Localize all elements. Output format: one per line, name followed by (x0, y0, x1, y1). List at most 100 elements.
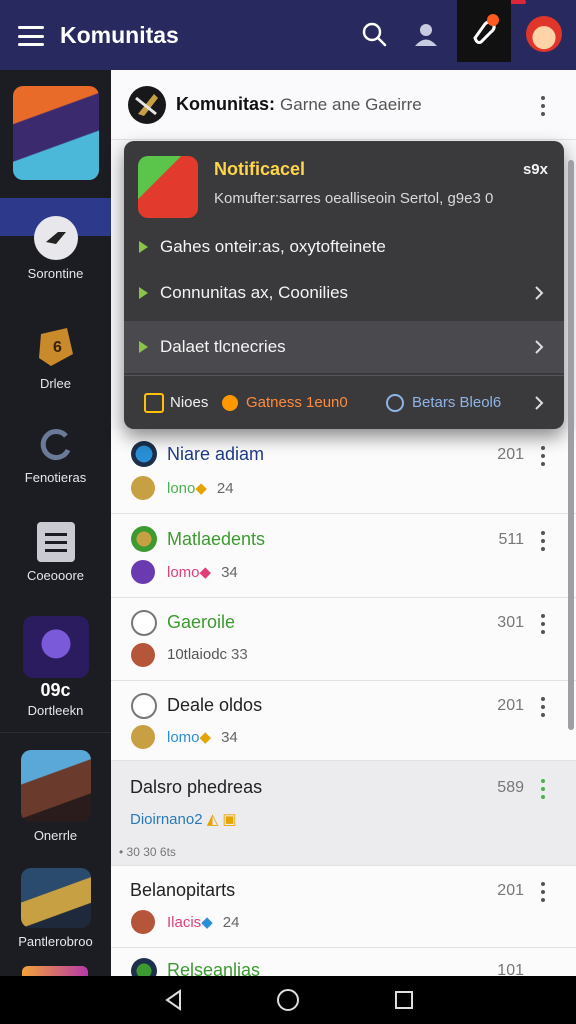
search-icon[interactable] (358, 18, 390, 50)
row-sub-num: 33 (231, 646, 248, 663)
bullet-icon (139, 287, 148, 299)
user-icon[interactable] (410, 18, 442, 50)
emoji-icon (222, 394, 238, 411)
list-item[interactable]: Niare adiam 201 lono◆ 24 (111, 429, 576, 514)
community-header: Komunitas: Garne ane Gaeirre (111, 70, 576, 140)
notification-dot (487, 14, 499, 26)
row-title: Dalsro phedreas (130, 777, 263, 797)
menu-icon[interactable] (18, 26, 44, 46)
sidebar-item-coeooore[interactable]: Coeooore (0, 522, 111, 583)
bullet-icon (139, 241, 148, 253)
sidebar-item-label: Onerrle (33, 828, 78, 843)
row-subtitle: lomo◆ 34 (167, 564, 238, 581)
row-sub-label: 10tlaiodc (167, 646, 228, 663)
sidebar-item-drlee[interactable]: 6 Drlee (0, 324, 111, 391)
back-icon[interactable] (162, 988, 186, 1012)
game-thumb-icon (22, 616, 89, 678)
list-icon (36, 522, 75, 562)
popup-row-label: Dalaet tlcnecries (160, 337, 286, 356)
sub-icon (131, 560, 155, 584)
scrollbar[interactable] (568, 160, 574, 730)
chevron-right-icon (535, 395, 544, 410)
row-sub-label: Ilacis (167, 914, 202, 931)
list-item[interactable]: Matlaedents 511 lomo◆ 34 (111, 514, 576, 598)
row-subtitle: lono◆ 24 (167, 480, 234, 497)
row-more-icon[interactable] (540, 446, 546, 466)
sidebar-item-label: Drlee (39, 376, 72, 391)
list-item[interactable]: Gaeroile 301 10tlaiodc 33 (111, 598, 576, 681)
popup-row[interactable]: Gahes onteir:as, oxytofteinete (124, 221, 564, 273)
sidebar-item-fenotieras[interactable]: Fenotieras (0, 424, 111, 485)
sidebar-item-sorontine[interactable]: Sorontine (0, 216, 111, 281)
notification-button[interactable] (457, 0, 511, 62)
game-thumb-icon (20, 750, 91, 822)
sidebar-item-label: Pantlerobroo (18, 934, 93, 949)
system-nav-bar (0, 976, 576, 1024)
trophy-icon: 6 (33, 324, 79, 370)
bullet-icon (139, 341, 148, 353)
row-sub-num: 34 (221, 729, 238, 746)
game-thumb-icon (12, 86, 99, 180)
row-count: 201 (497, 446, 524, 463)
popup-row[interactable]: Connunitas ax, Coonilies (124, 267, 564, 319)
row-more-icon[interactable] (540, 882, 546, 902)
popup-row-label: Gahes onteir:as, oxytofteinete (160, 237, 386, 256)
sub-icon (131, 476, 155, 500)
check-circle-icon (386, 393, 404, 412)
sidebar-item-label: Coeooore (26, 568, 85, 583)
sidebar-item-label: Sorontine (27, 266, 84, 281)
popup-footer[interactable]: Nioes Gatness 1eun0 Betars Bleol6 (124, 375, 564, 429)
row-count: 589 (497, 779, 524, 796)
row-footnote: • 30 30 6ts (119, 845, 176, 859)
community-icon (131, 693, 157, 719)
header-title: Komunitas: Garne ane Gaeirre (176, 94, 422, 115)
home-icon[interactable] (276, 988, 300, 1012)
sidebar-badge: 09c (40, 680, 71, 700)
refresh-icon (36, 424, 76, 464)
list-item[interactable]: Dalsro phedreas 589 Dioirnano2 ◭ ▣ • 30 … (111, 761, 576, 866)
app-root: Komunitas Sorontine 6 Drlee Fenotieras C… (0, 0, 576, 1024)
row-title: Belanopitarts (130, 880, 236, 900)
row-sub-label: lomo (167, 729, 200, 746)
sidebar-item-pantlerobroo[interactable]: Pantlerobroo (0, 868, 111, 949)
sidebar-item-game-1[interactable] (0, 86, 111, 180)
svg-text:6: 6 (53, 339, 62, 356)
recents-icon[interactable] (392, 988, 416, 1012)
sidebar-item-label: Dortleekn (27, 703, 84, 718)
sub-icon (131, 725, 155, 749)
row-subtitle: Dioirnano2 ◭ ▣ (130, 811, 237, 828)
list-item[interactable]: Belanopitarts 201 Ilacis◆ 24 (111, 866, 576, 948)
row-more-icon[interactable] (540, 614, 546, 634)
row-more-icon[interactable] (540, 779, 546, 799)
chat-bubble-icon (33, 216, 78, 260)
game-thumb-icon (22, 966, 88, 976)
row-count: 511 (498, 531, 524, 548)
sub-icon (131, 910, 155, 934)
profile-avatar[interactable] (526, 16, 562, 52)
footer-label-3[interactable]: Betars Bleol6 (412, 394, 501, 411)
popup-row[interactable]: Dalaet tlcnecries (124, 321, 564, 373)
footer-label-2: Gatness 1eun0 (246, 394, 348, 411)
row-sub-num: 24 (222, 914, 240, 931)
more-options-icon[interactable] (540, 96, 546, 116)
sidebar-item-label: Fenotieras (24, 470, 87, 485)
row-title: Gaeroile (167, 612, 236, 632)
game-thumb-icon (20, 868, 91, 928)
chevron-right-icon (535, 340, 544, 354)
row-more-icon[interactable] (540, 531, 546, 551)
row-sub-label: lomo (167, 564, 200, 581)
row-sub-label: lono (167, 480, 196, 497)
popup-close-button[interactable]: s9x (523, 161, 548, 178)
list-item[interactable]: Deale oldos 201 lomo◆ 34 (111, 681, 576, 761)
sidebar-item-dortleekn[interactable]: 09c Dortleekn (0, 616, 111, 718)
popup-body: Komufter:sarres oealliseoin Sertol, g9e3… (214, 190, 494, 207)
header-title-text: Komunitas: (176, 94, 275, 114)
sidebar: Sorontine 6 Drlee Fenotieras Coeooore 09… (0, 70, 111, 976)
sidebar-item-onerrle[interactable]: Onerrle (0, 750, 111, 843)
community-icon (131, 526, 157, 552)
checkbox-icon[interactable] (144, 392, 164, 413)
row-more-icon[interactable] (540, 697, 546, 717)
chevron-right-icon (535, 286, 544, 300)
row-sub-num: 24 (216, 480, 234, 497)
sub-icon (131, 643, 155, 667)
